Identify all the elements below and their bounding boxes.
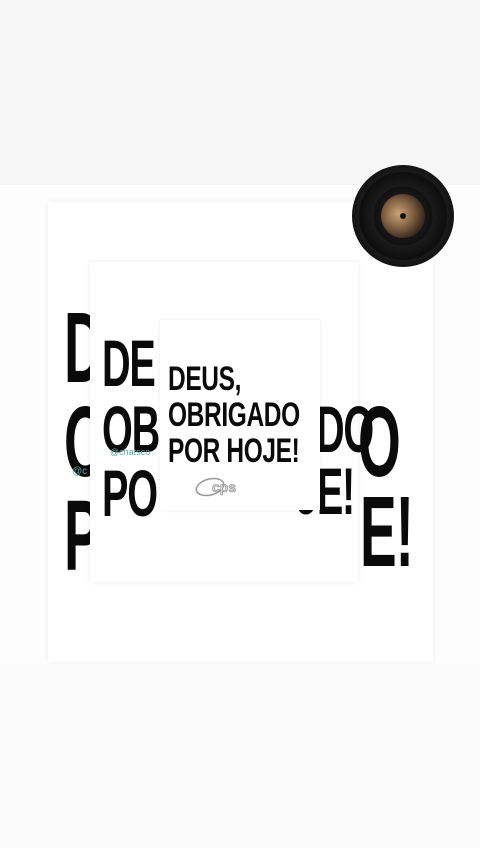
top-band (0, 0, 480, 185)
middle-text-de: DE (102, 326, 156, 400)
svg-text:cps: cps (212, 479, 236, 495)
headline-line-3: POR HOJE! (168, 432, 300, 470)
vinyl-record-icon[interactable] (352, 165, 454, 267)
middle-text-po: PO (102, 456, 158, 530)
cps-logo-icon: cps (195, 477, 237, 497)
bottom-band (0, 665, 480, 848)
headline-line-1: DEUS, (168, 360, 242, 398)
outer-handle: @c (72, 466, 88, 477)
outer-letter-e: E! (360, 476, 414, 588)
middle-handle: @chatsco (110, 447, 151, 457)
record-center-hole (400, 213, 406, 219)
middle-text-do: DO (316, 392, 374, 466)
headline-line-2: OBRIGADO (168, 396, 300, 434)
